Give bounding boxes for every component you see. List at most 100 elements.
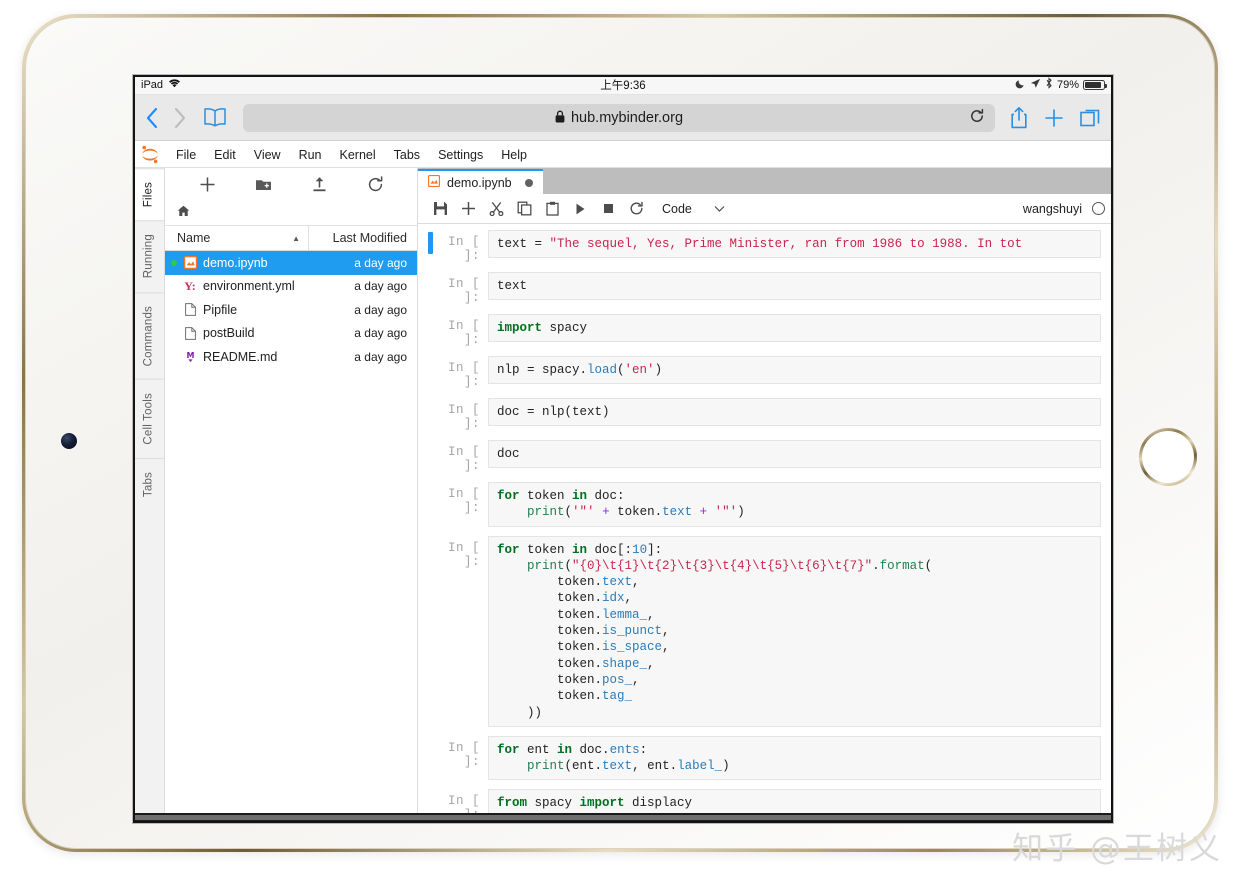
file-modified-label: a day ago [354, 279, 407, 294]
kernel-name-label: wangshuyi [1022, 201, 1082, 216]
save-button[interactable] [426, 197, 454, 221]
notebook-tab-bar: demo.ipynb [418, 168, 1113, 194]
menu-item-edit[interactable]: Edit [205, 145, 245, 165]
sidebar-item-running[interactable]: Running [133, 220, 164, 292]
menu-item-view[interactable]: View [245, 145, 290, 165]
menu-item-tabs[interactable]: Tabs [385, 145, 429, 165]
jupyterlab-app: File Edit View Run Kernel Tabs Settings … [133, 142, 1113, 823]
menu-item-settings[interactable]: Settings [429, 145, 492, 165]
notebook-icon [183, 255, 197, 270]
sidebar-item-tabs[interactable]: Tabs [133, 457, 164, 510]
file-name-label: postBuild [203, 326, 255, 341]
cut-button[interactable] [482, 197, 510, 221]
unsaved-dot-icon[interactable] [524, 178, 533, 187]
cell-type-dropdown[interactable]: Code [662, 202, 725, 216]
copy-button[interactable] [510, 197, 538, 221]
sidebar-tab-rail: Files Running Commands Cell Tools Tabs [133, 168, 165, 823]
menu-item-kernel[interactable]: Kernel [331, 145, 385, 165]
file-icon [183, 302, 197, 317]
ipad-device: iPad 上午9:36 79% hub.mybinder.org File Ed… [22, 14, 1218, 852]
notebook-cell[interactable]: In [ ]: nlp = spacy.load('en') [418, 356, 1113, 389]
lock-icon [555, 110, 565, 126]
back-button[interactable] [145, 107, 159, 129]
cell-editor[interactable]: nlp = spacy.load('en') [488, 356, 1101, 385]
file-row-pipfile[interactable]: Pipfile a day ago [165, 298, 417, 322]
markdown-icon: M [183, 349, 197, 364]
notebook-cell[interactable]: In [ ]: for token in doc[:10]: print("{0… [418, 535, 1113, 727]
jupyterlab-body: Files Running Commands Cell Tools Tabs N… [133, 168, 1113, 823]
column-header-last-modified[interactable]: Last Modified [309, 226, 417, 250]
file-row-environment-yml[interactable]: Y: environment.yml a day ago [165, 275, 417, 299]
tab-demo-ipynb[interactable]: demo.ipynb [418, 169, 543, 194]
menu-item-file[interactable]: File [167, 145, 205, 165]
file-browser-panel: Name ▲ Last Modified demo.ipynb a day ag… [165, 168, 418, 823]
device-label: iPad [141, 78, 164, 91]
share-icon[interactable] [1009, 106, 1029, 130]
insert-cell-button[interactable] [454, 197, 482, 221]
tabs-icon[interactable] [1079, 107, 1101, 129]
stop-button[interactable] [594, 197, 622, 221]
home-icon[interactable] [177, 204, 190, 222]
menu-bar: File Edit View Run Kernel Tabs Settings … [133, 142, 1113, 168]
file-name-cell: Pipfile [165, 302, 309, 317]
notebook-icon [428, 175, 441, 190]
cell-editor[interactable]: import spacy [488, 314, 1101, 343]
cell-prompt: In [ ]: [447, 540, 480, 569]
reload-icon[interactable] [969, 108, 985, 128]
sidebar-item-files[interactable]: Files [133, 168, 164, 221]
window-bottom-bar [133, 813, 1113, 823]
cell-editor[interactable]: text = "The sequel, Yes, Prime Minister,… [488, 230, 1101, 259]
sort-ascending-icon: ▲ [292, 233, 300, 243]
cell-editor[interactable]: for token in doc[:10]: print("{0}\t{1}\t… [488, 535, 1101, 727]
cell-editor[interactable]: doc [488, 440, 1101, 469]
file-row-postbuild[interactable]: postBuild a day ago [165, 322, 417, 346]
menu-item-help[interactable]: Help [492, 145, 536, 165]
notebook-cell[interactable]: In [ ]: doc = nlp(text) [418, 398, 1113, 431]
notebook-cell[interactable]: In [ ]: text = "The sequel, Yes, Prime M… [418, 230, 1113, 263]
kernel-idle-circle-icon[interactable] [1092, 202, 1105, 215]
forward-button[interactable] [173, 107, 187, 129]
cell-editor[interactable]: for token in doc: print('"' + token.text… [488, 482, 1101, 527]
refresh-button[interactable] [364, 173, 386, 195]
breadcrumb[interactable] [165, 200, 417, 226]
location-arrow-icon [1030, 78, 1041, 92]
new-tab-icon[interactable] [1043, 107, 1065, 129]
notebook-cell[interactable]: In [ ]: for ent in doc.ents: print(ent.t… [418, 735, 1113, 781]
cell-type-value: Code [662, 201, 692, 216]
notebook-cell[interactable]: In [ ]: import spacy [418, 314, 1113, 347]
sidebar-item-cell-tools[interactable]: Cell Tools [133, 378, 164, 458]
notebook-cell[interactable]: In [ ]: for token in doc: print('"' + to… [418, 482, 1113, 527]
chevron-down-icon [714, 202, 725, 216]
cell-editor[interactable]: text [488, 272, 1101, 301]
kernel-indicator[interactable]: wangshuyi [1023, 202, 1105, 216]
home-button[interactable] [1139, 428, 1197, 486]
upload-button[interactable] [308, 173, 330, 195]
new-folder-button[interactable] [252, 173, 274, 195]
cell-editor[interactable]: for ent in doc.ents: print(ent.text, ent… [488, 735, 1101, 781]
file-icon [183, 326, 197, 341]
file-name-label: demo.ipynb [203, 255, 268, 270]
notebook-toolbar: Code wangshuyi [418, 194, 1113, 224]
address-bar[interactable]: hub.mybinder.org [243, 103, 995, 132]
battery-icon [1083, 79, 1107, 90]
restart-kernel-button[interactable] [622, 197, 650, 221]
notebook-cell[interactable]: In [ ]: text [418, 272, 1113, 305]
notebook-cell[interactable]: In [ ]: doc [418, 440, 1113, 473]
bookmarks-icon[interactable] [201, 106, 229, 130]
bluetooth-icon [1045, 77, 1053, 92]
menu-item-run[interactable]: Run [290, 145, 331, 165]
ios-status-bar: iPad 上午9:36 79% [133, 75, 1113, 95]
running-indicator-dot [171, 259, 177, 266]
cell-editor[interactable]: doc = nlp(text) [488, 398, 1101, 427]
run-button[interactable] [566, 197, 594, 221]
notebook-cell-area[interactable]: In [ ]: text = "The sequel, Yes, Prime M… [418, 224, 1113, 823]
file-name-label: Pipfile [203, 302, 238, 317]
new-launcher-button[interactable] [196, 173, 218, 195]
column-header-name[interactable]: Name ▲ [165, 226, 309, 250]
sidebar-item-commands[interactable]: Commands [133, 291, 164, 379]
file-row-readme-md[interactable]: M README.md a day ago [165, 345, 417, 369]
paste-button[interactable] [538, 197, 566, 221]
ipad-screen: iPad 上午9:36 79% hub.mybinder.org File Ed… [133, 75, 1113, 823]
file-row-demo-ipynb[interactable]: demo.ipynb a day ago [165, 251, 417, 275]
cell-prompt: In [ ]: [447, 235, 480, 263]
